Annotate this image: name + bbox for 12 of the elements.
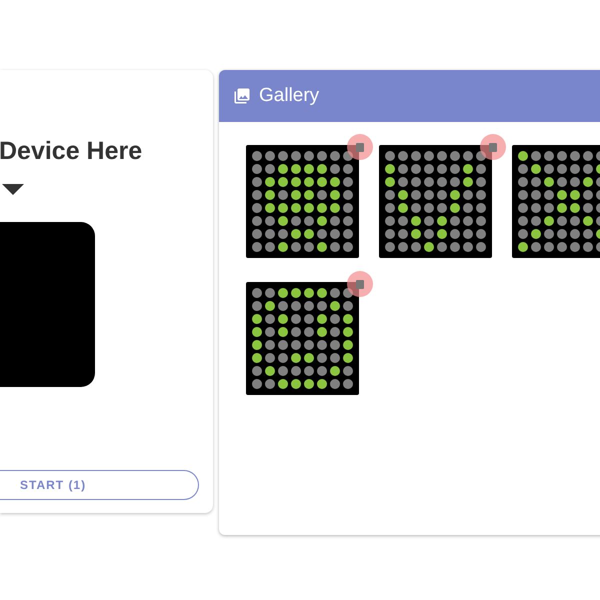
remove-button[interactable] [480,134,506,160]
device-title: Device Here [0,136,142,166]
led-matrix[interactable] [246,145,359,258]
led-matrix[interactable] [246,282,359,395]
start-button[interactable]: START (1) [0,470,199,500]
led-matrix[interactable] [379,145,492,258]
led-matrix[interactable] [512,145,600,258]
arrow-down-icon [2,184,24,195]
remove-button[interactable] [347,271,373,297]
image-icon [233,87,251,105]
gallery-title: Gallery [259,85,320,107]
remove-button[interactable] [347,134,373,160]
